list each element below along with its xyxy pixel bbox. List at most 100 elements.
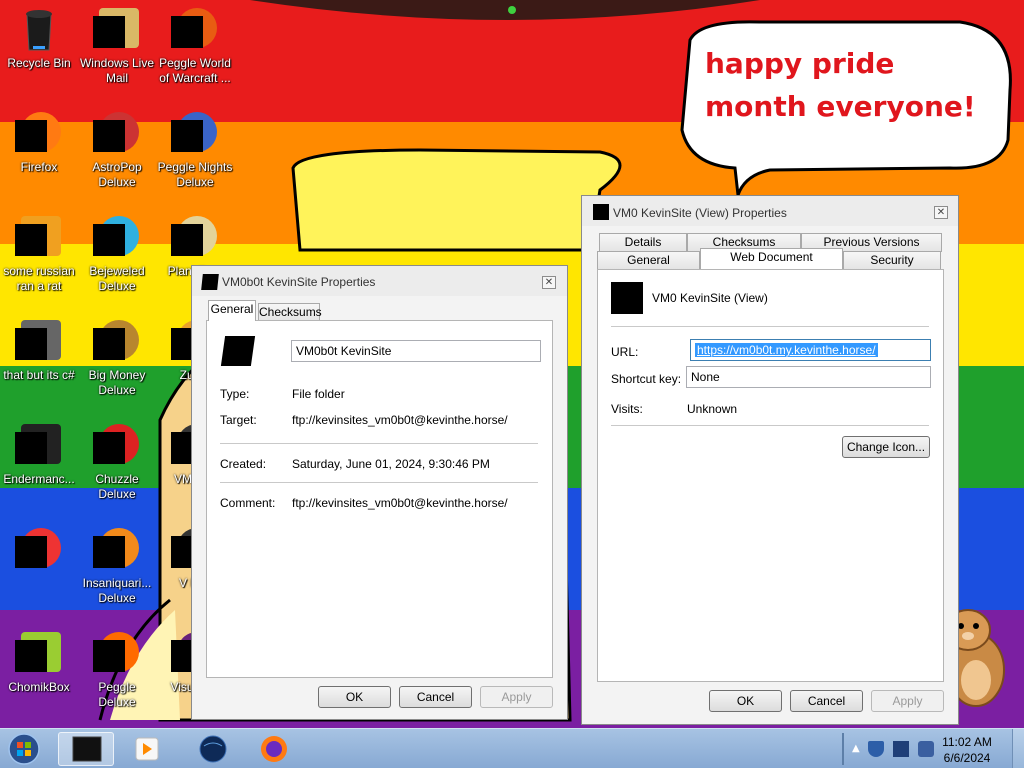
change-icon-button[interactable]: Change Icon...: [842, 436, 930, 458]
desktop-icon-label: Firefox: [20, 160, 58, 174]
plants-vs-zombies-icon: [171, 214, 219, 262]
web-document-properties-dialog: VM0 KevinSite (View) Properties ✕ Detail…: [581, 195, 959, 725]
desktop-icon-peggle-deluxe[interactable]: Peggle Deluxe: [78, 630, 156, 710]
ok-button[interactable]: OK: [709, 690, 782, 712]
mail-icon: [93, 6, 141, 54]
peggle-nights-icon: [171, 110, 219, 158]
url-field[interactable]: https://vm0b0t.my.kevinthe.horse/: [690, 339, 931, 361]
globe-icon: [199, 735, 227, 763]
type-value: File folder: [292, 387, 345, 401]
desktop-icon-unlabeled[interactable]: [0, 526, 78, 576]
desktop-icon-endermanch[interactable]: Endermanc...: [0, 422, 78, 487]
desktop-icon-label: some russian ran a rat: [3, 264, 75, 293]
insaniquarium-icon: [93, 526, 141, 574]
show-hidden-icons-button[interactable]: ▲: [852, 741, 862, 757]
media-player-icon: [135, 737, 159, 761]
dialog-title-bar[interactable]: VM0b0t KevinSite Properties ✕: [192, 266, 567, 296]
created-value: Saturday, June 01, 2024, 9:30:46 PM: [292, 457, 490, 471]
desktop-icon-peggle-nights[interactable]: Peggle Nights Deluxe: [156, 110, 234, 190]
desktop-icon-bejeweled[interactable]: Bejeweled Deluxe: [78, 214, 156, 294]
desktop-icon-recycle-bin[interactable]: Recycle Bin: [0, 6, 78, 71]
desktop-icon-label: Peggle Nights Deluxe: [157, 160, 233, 189]
web-document-tab-panel: VM0 KevinSite (View) URL: https://vm0b0t…: [597, 269, 944, 682]
desktop-icon-insaniquarium[interactable]: Insaniquari... Deluxe: [78, 526, 156, 606]
desktop-icon-chuzzle[interactable]: Chuzzle Deluxe: [78, 422, 156, 502]
desktop-icon-label: Chuzzle Deluxe: [95, 472, 139, 501]
desktop-icon-label: that but its c#: [3, 368, 75, 382]
shortcut-key-field[interactable]: None: [686, 366, 931, 388]
bejeweled-icon: [93, 214, 141, 262]
created-label: Created:: [220, 457, 267, 471]
desktop-icon-label: Endermanc...: [3, 472, 75, 486]
taskbar-item-media-player[interactable]: [120, 732, 176, 766]
desktop-icon-chomikbox[interactable]: ChomikBox: [0, 630, 78, 695]
desktop-icon-label: Recycle Bin: [7, 56, 71, 70]
vm-window-icon: [72, 736, 102, 762]
app-icon: [15, 318, 63, 366]
desktop-icon-label: Windows Live Mail: [79, 56, 155, 85]
shield-icon[interactable]: [868, 741, 884, 757]
shortcut-name: VM0 KevinSite (View): [652, 291, 768, 305]
astropop-icon: [93, 110, 141, 158]
peggle-icon: [171, 6, 219, 54]
desktop-icon-windows-live-mail[interactable]: Windows Live Mail: [78, 6, 156, 86]
big-money-icon: [93, 318, 141, 366]
desktop-icon-label: AstroPop Deluxe: [92, 160, 142, 189]
desktop-icon-that-but-csharp[interactable]: that but its c#: [0, 318, 78, 383]
chomikbox-icon: [15, 630, 63, 678]
clock-time: 11:02 AM: [942, 735, 992, 749]
cancel-button[interactable]: Cancel: [399, 686, 472, 708]
folder-name-field[interactable]: VM0b0t KevinSite: [291, 340, 541, 362]
cancel-button[interactable]: Cancel: [790, 690, 863, 712]
tray-separator: [842, 733, 844, 765]
desktop-icon-label: Big Money Deluxe: [88, 368, 146, 397]
visits-value: Unknown: [687, 402, 738, 416]
target-label: Target:: [220, 413, 257, 427]
taskbar: ▲ 11:02 AM 6/6/2024: [0, 728, 1024, 768]
start-orb-icon: [8, 733, 40, 765]
start-button[interactable]: [6, 732, 42, 766]
web-shortcut-large-icon: [611, 282, 643, 314]
tab-details[interactable]: Details: [599, 233, 687, 252]
tab-web-document[interactable]: Web Document: [700, 248, 843, 269]
desktop-icon-label: Peggle World of Warcraft ...: [159, 56, 231, 85]
desktop-icon-label: Peggle Deluxe: [98, 680, 136, 709]
apply-button[interactable]: Apply: [480, 686, 553, 708]
ok-button[interactable]: OK: [318, 686, 391, 708]
taskbar-item-firefox[interactable]: [246, 732, 302, 766]
firefox-icon: [261, 736, 287, 762]
close-button[interactable]: ✕: [934, 206, 948, 219]
app-icon: [15, 214, 63, 262]
tab-general[interactable]: General: [208, 300, 256, 321]
url-value: https://vm0b0t.my.kevinthe.horse/: [695, 343, 878, 357]
desktop-icon-russian-rat[interactable]: some russian ran a rat: [0, 214, 78, 294]
clock-date: 6/6/2024: [943, 751, 991, 765]
desktop-icon-peggle-wow[interactable]: Peggle World of Warcraft ...: [156, 6, 234, 86]
network-icon[interactable]: [893, 741, 909, 757]
web-shortcut-icon: [593, 204, 609, 220]
tab-security[interactable]: Security: [843, 251, 941, 270]
separator: [220, 443, 538, 444]
show-desktop-button[interactable]: [1012, 729, 1024, 768]
dialog-title-bar[interactable]: VM0 KevinSite (View) Properties ✕: [582, 196, 958, 226]
apply-button[interactable]: Apply: [871, 690, 944, 712]
dialog-title: VM0 KevinSite (View) Properties: [613, 206, 787, 220]
firefox-icon: [15, 110, 63, 158]
desktop-icon-label: Insaniquari... Deluxe: [82, 576, 152, 605]
desktop-icon-label: ChomikBox: [8, 680, 70, 694]
taskbar-item-globe[interactable]: [184, 732, 240, 766]
system-clock[interactable]: 11:02 AM 6/6/2024: [932, 734, 1002, 766]
url-label: URL:: [611, 345, 639, 359]
separator: [611, 425, 929, 426]
desktop-icon-big-money[interactable]: Big Money Deluxe: [78, 318, 156, 398]
peggle-icon: [93, 630, 141, 678]
desktop-icon-firefox[interactable]: Firefox: [0, 110, 78, 175]
dialog-title: VM0b0t KevinSite Properties: [222, 275, 376, 289]
tab-general[interactable]: General: [597, 251, 700, 270]
speech-bubble-text: happy pride month everyone!: [705, 47, 976, 123]
taskbar-item-vm-window[interactable]: [58, 732, 114, 766]
folder-icon: [201, 274, 219, 290]
desktop-icon-astropop[interactable]: AstroPop Deluxe: [78, 110, 156, 190]
separator: [220, 482, 538, 483]
close-button[interactable]: ✕: [542, 276, 556, 289]
